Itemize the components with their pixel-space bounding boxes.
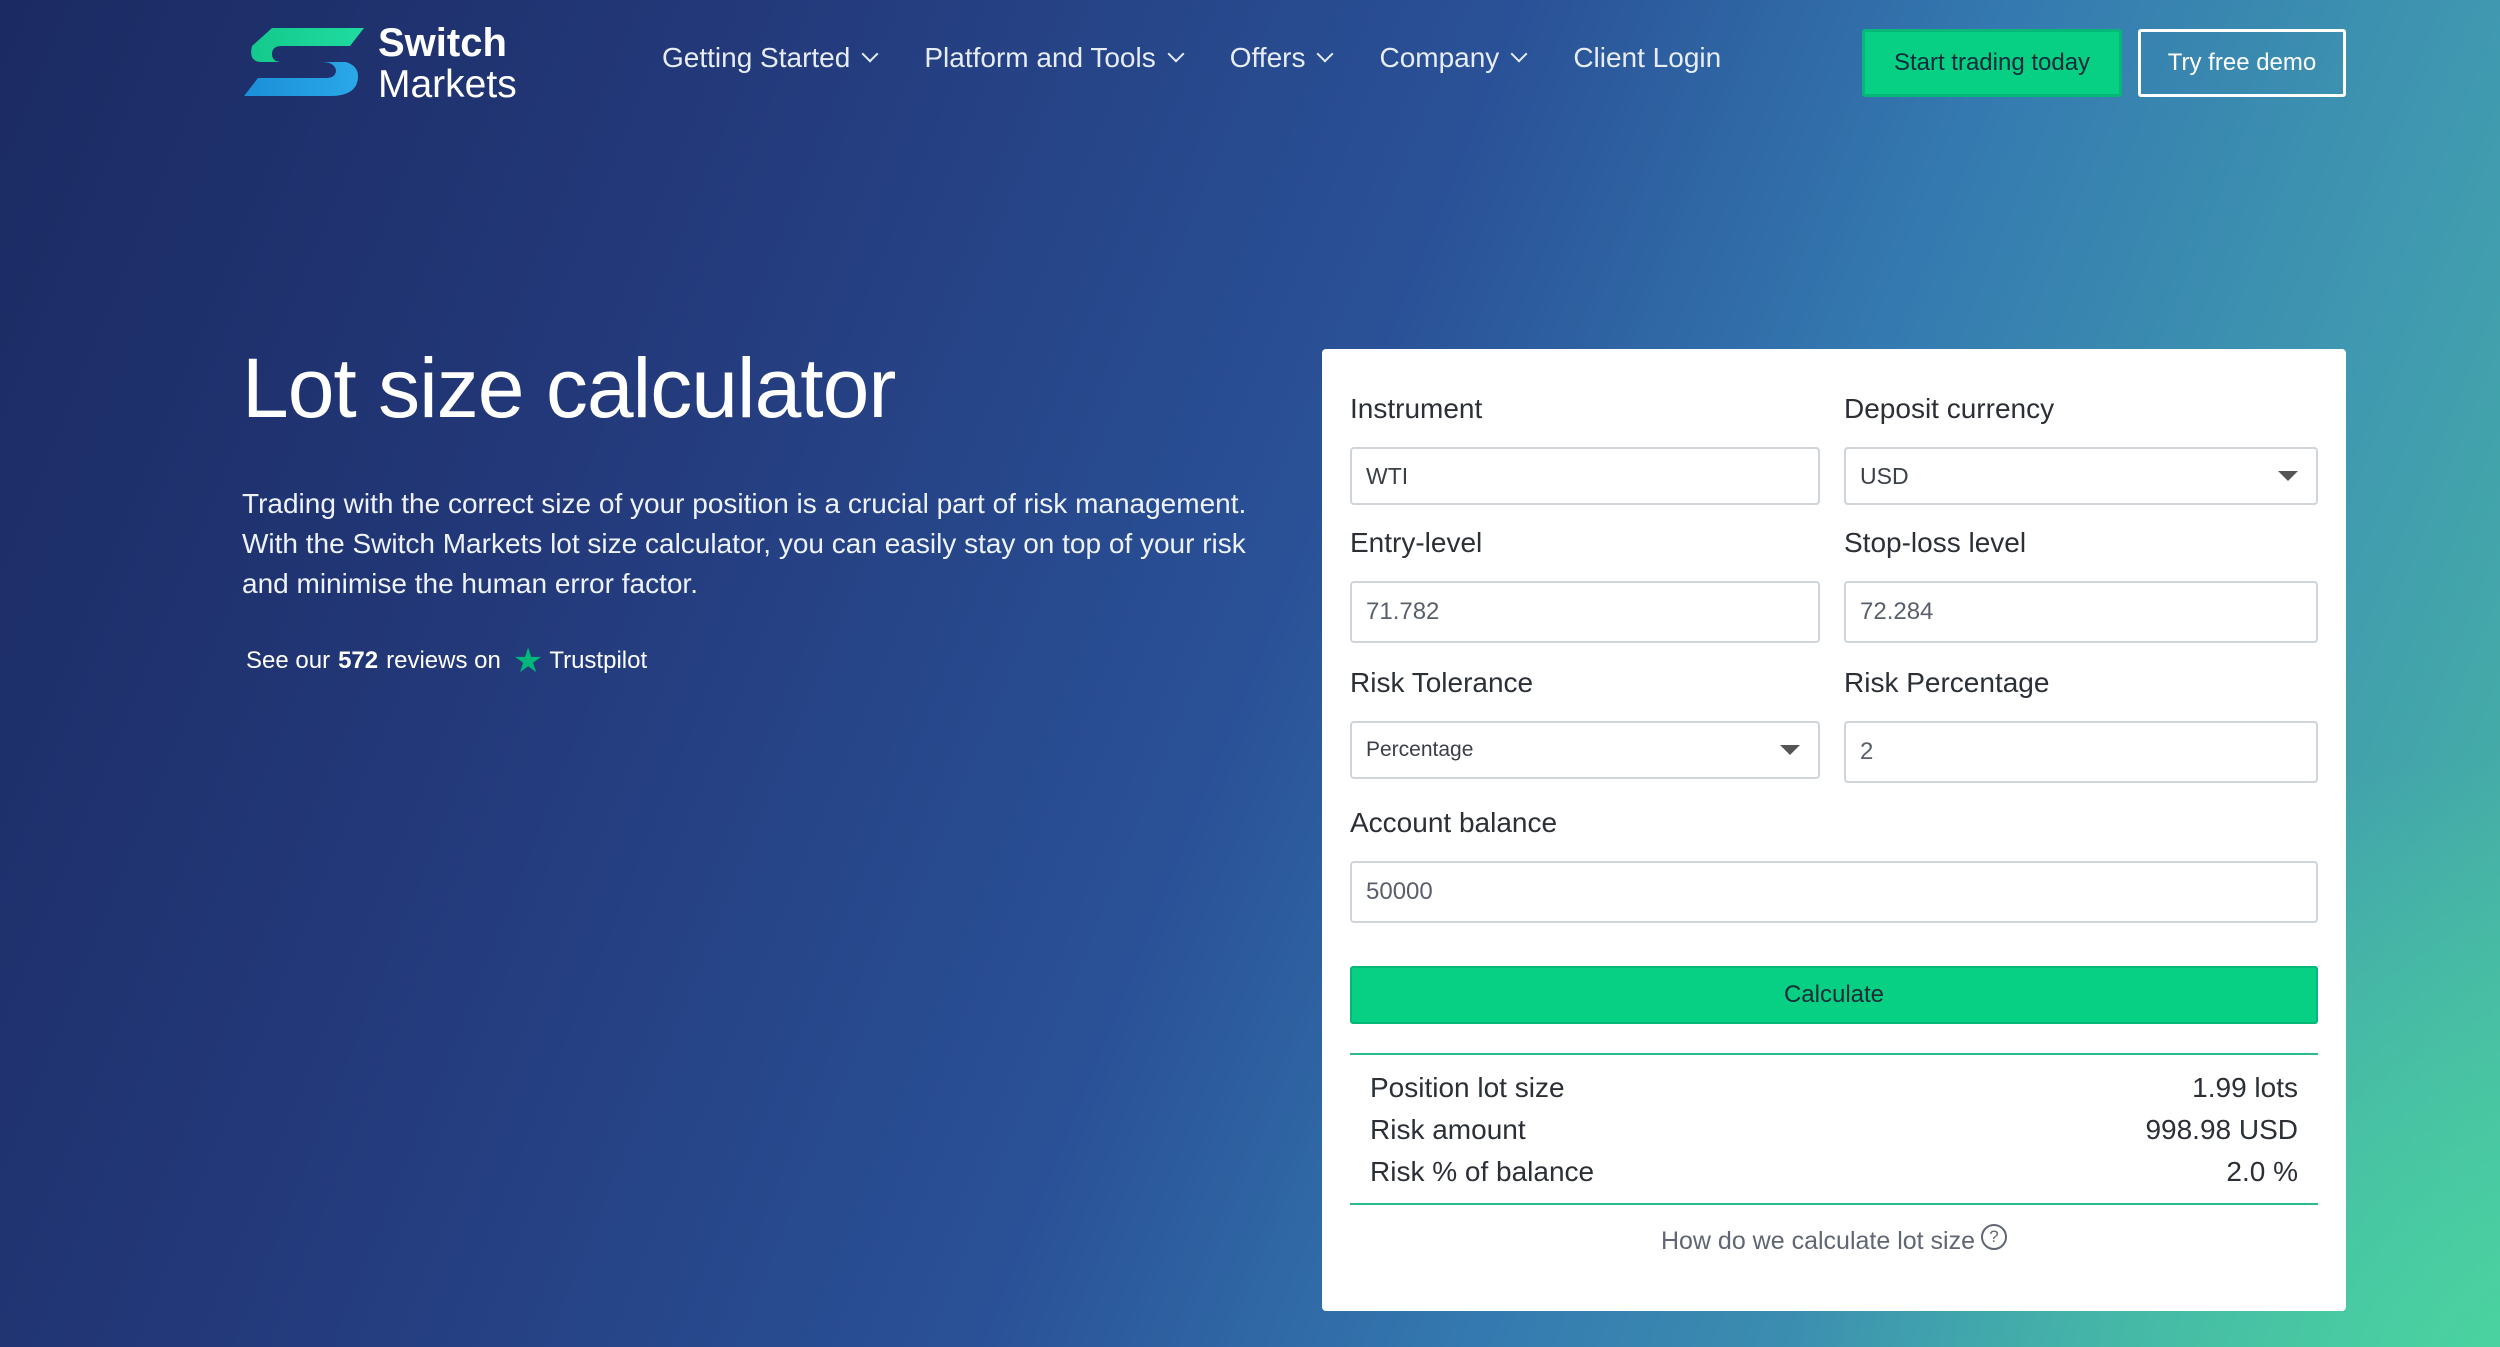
brand-name-line1: Switch bbox=[378, 21, 507, 65]
result-label: Risk % of balance bbox=[1370, 1156, 1595, 1187]
calculate-button[interactable]: Calculate bbox=[1350, 966, 2318, 1024]
site-header: Switch Markets Getting Started Platform … bbox=[0, 0, 2500, 130]
entry-level-input[interactable]: 71.782 bbox=[1350, 581, 1820, 643]
risk-percentage-value: 2 bbox=[1860, 738, 1874, 765]
chevron-down-icon bbox=[1316, 45, 1334, 63]
nav-item-label: Getting Started bbox=[662, 42, 851, 73]
risk-tolerance-label: Risk Tolerance bbox=[1350, 667, 1534, 698]
nav-platform-and-tools[interactable]: Platform and Tools bbox=[924, 42, 1185, 74]
trustpilot-reviews-link[interactable]: See our 572 reviews on ★ Trustpilot bbox=[246, 642, 648, 680]
risk-percentage-label: Risk Percentage bbox=[1844, 667, 2050, 698]
trustpilot-star-icon: ★ bbox=[512, 642, 544, 680]
result-value: 1.99 lots bbox=[2192, 1072, 2298, 1103]
account-balance-label: Account balance bbox=[1350, 807, 1558, 838]
stop-loss-value: 72.284 bbox=[1860, 598, 1934, 625]
result-label: Risk amount bbox=[1370, 1114, 1526, 1145]
chevron-down-icon bbox=[861, 45, 879, 63]
stop-loss-input[interactable]: 72.284 bbox=[1844, 581, 2318, 643]
result-row-position-lot-size: Position lot size 1.99 lots bbox=[1370, 1067, 2298, 1109]
risk-tolerance-select[interactable]: Percentage bbox=[1350, 721, 1820, 779]
result-value: 998.98 USD bbox=[2145, 1114, 2298, 1145]
start-trading-button[interactable]: Start trading today bbox=[1862, 29, 2122, 97]
chevron-down-icon bbox=[1510, 45, 1528, 63]
instrument-value: WTI bbox=[1366, 462, 1409, 489]
instrument-input[interactable]: WTI bbox=[1350, 447, 1820, 505]
deposit-currency-label: Deposit currency bbox=[1844, 393, 2055, 424]
nav-getting-started[interactable]: Getting Started bbox=[662, 42, 879, 74]
nav-item-label: Offers bbox=[1229, 42, 1306, 73]
instrument-label: Instrument bbox=[1350, 393, 1483, 424]
switch-logo-icon bbox=[244, 28, 364, 96]
result-row-risk-amount: Risk amount 998.98 USD bbox=[1370, 1109, 2298, 1151]
dropdown-caret-icon bbox=[2278, 471, 2298, 481]
risk-percentage-input[interactable]: 2 bbox=[1844, 721, 2318, 783]
entry-level-value: 71.782 bbox=[1366, 598, 1440, 625]
page-title: Lot size calculator bbox=[242, 341, 896, 435]
nav-client-login[interactable]: Client Login bbox=[1573, 42, 1721, 74]
result-value: 2.0 % bbox=[2226, 1156, 2298, 1187]
deposit-currency-select[interactable]: USD bbox=[1844, 447, 2318, 505]
entry-level-label: Entry-level bbox=[1350, 527, 1483, 558]
main-nav: Getting Started Platform and Tools Offer… bbox=[662, 42, 1769, 74]
brand-logo[interactable]: Switch Markets bbox=[242, 22, 532, 106]
nav-item-label: Platform and Tools bbox=[924, 42, 1156, 73]
nav-company[interactable]: Company bbox=[1379, 42, 1528, 74]
how-we-calculate-label: How do we calculate lot size bbox=[1660, 1227, 1976, 1255]
trust-prefix: See our bbox=[246, 647, 331, 674]
dropdown-caret-icon bbox=[1780, 745, 1800, 755]
review-count: 572 bbox=[338, 647, 379, 674]
nav-item-label: Company bbox=[1379, 42, 1500, 73]
result-row-risk-percent: Risk % of balance 2.0 % bbox=[1370, 1151, 2298, 1193]
result-label: Position lot size bbox=[1370, 1072, 1565, 1103]
stop-loss-label: Stop-loss level bbox=[1844, 527, 2027, 558]
results-panel: Position lot size 1.99 lots Risk amount … bbox=[1350, 1053, 2318, 1205]
trustpilot-brand: Trustpilot bbox=[549, 647, 648, 674]
brand-name-line2: Markets bbox=[378, 63, 517, 106]
nav-item-label: Client Login bbox=[1573, 42, 1722, 73]
brand-name: Switch Markets bbox=[378, 22, 517, 106]
nav-offers[interactable]: Offers bbox=[1229, 42, 1334, 74]
try-free-demo-button[interactable]: Try free demo bbox=[2138, 29, 2346, 97]
account-balance-input[interactable]: 50000 bbox=[1350, 861, 2318, 923]
trust-suffix: reviews on bbox=[386, 647, 501, 674]
hero-description: Trading with the correct size of your po… bbox=[242, 488, 1247, 599]
lot-size-calculator-card: Instrument WTI Deposit currency USD Entr… bbox=[1322, 349, 2346, 1311]
question-circle-icon: ? bbox=[1981, 1223, 2008, 1250]
how-we-calculate-link[interactable]: How do we calculate lot size ? bbox=[1322, 1223, 2346, 1256]
chevron-down-icon bbox=[1167, 45, 1185, 63]
account-balance-value: 50000 bbox=[1366, 878, 1433, 905]
risk-tolerance-value: Percentage bbox=[1366, 738, 1474, 761]
deposit-currency-value: USD bbox=[1860, 462, 1909, 489]
